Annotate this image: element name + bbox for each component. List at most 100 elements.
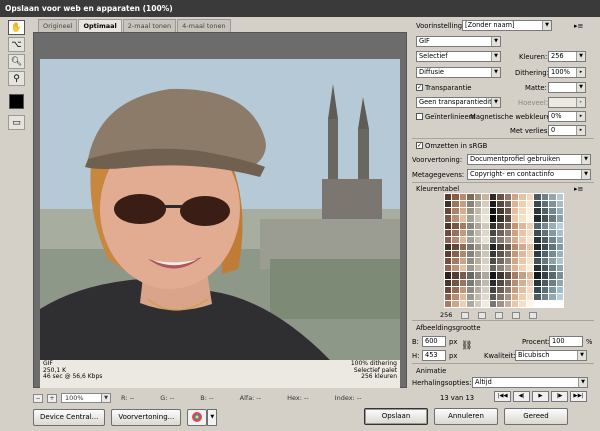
metadata-select[interactable]: Copyright- en contactinfo ▼ — [467, 169, 591, 180]
color-swatch[interactable] — [452, 272, 459, 279]
color-swatch[interactable] — [459, 272, 467, 279]
color-swatch[interactable] — [511, 300, 519, 307]
color-swatch[interactable] — [511, 229, 519, 236]
tab-2-up[interactable]: 2-maal tonen — [122, 19, 177, 32]
color-swatch[interactable] — [526, 215, 534, 222]
color-swatch[interactable] — [549, 222, 556, 229]
color-swatch[interactable] — [504, 265, 511, 272]
color-swatch[interactable] — [526, 194, 534, 201]
color-swatch[interactable] — [445, 251, 452, 258]
eyedropper-color-swatch[interactable] — [9, 94, 24, 109]
color-swatch[interactable] — [482, 251, 489, 258]
color-swatch[interactable] — [534, 286, 541, 293]
color-swatch[interactable] — [519, 272, 526, 279]
play-icon[interactable]: ▶ — [532, 391, 549, 402]
color-swatch[interactable] — [445, 222, 452, 229]
color-swatch[interactable] — [482, 293, 489, 300]
zoom-out-button[interactable]: − — [33, 393, 43, 403]
color-swatch[interactable] — [497, 222, 504, 229]
color-swatch[interactable] — [452, 279, 459, 286]
colors-select[interactable]: 256 ▼ — [548, 51, 586, 62]
color-swatch[interactable] — [526, 272, 534, 279]
lossy-input[interactable]: 0 ▸ — [548, 125, 586, 136]
dithering-input[interactable]: 100% ▸ — [548, 67, 586, 78]
color-swatch[interactable] — [541, 229, 549, 236]
color-swatch[interactable] — [556, 201, 563, 208]
color-swatch[interactable] — [504, 208, 511, 215]
browser-preview-icon[interactable] — [187, 408, 208, 426]
color-swatch[interactable] — [445, 258, 452, 265]
color-swatch[interactable] — [504, 258, 511, 265]
color-swatch[interactable] — [541, 208, 549, 215]
color-swatch[interactable] — [511, 208, 519, 215]
color-swatch[interactable] — [459, 286, 467, 293]
color-swatch[interactable] — [489, 208, 497, 215]
color-swatch[interactable] — [482, 222, 489, 229]
color-swatch[interactable] — [549, 265, 556, 272]
color-swatch[interactable] — [489, 201, 497, 208]
color-swatch[interactable] — [541, 201, 549, 208]
color-swatch[interactable] — [445, 208, 452, 215]
color-swatch[interactable] — [467, 279, 474, 286]
tab-original[interactable]: Origineel — [38, 19, 78, 32]
first-frame-icon[interactable]: |◀◀ — [494, 391, 511, 402]
color-swatch[interactable] — [452, 208, 459, 215]
color-swatch[interactable] — [467, 300, 474, 307]
device-central-button[interactable]: Device Central... — [33, 408, 106, 426]
color-swatch[interactable] — [519, 201, 526, 208]
toggle-slices-icon[interactable]: ▭ — [8, 115, 25, 130]
color-swatch[interactable] — [497, 215, 504, 222]
color-swatch[interactable] — [534, 222, 541, 229]
color-swatch[interactable] — [482, 208, 489, 215]
slice-select-icon[interactable]: ⌥ — [8, 37, 25, 52]
optimize-menu-icon[interactable]: ▸≡ — [574, 22, 583, 30]
color-swatch[interactable] — [445, 300, 452, 307]
trash-icon[interactable] — [529, 311, 538, 319]
color-swatch[interactable] — [489, 215, 497, 222]
color-swatch[interactable] — [452, 286, 459, 293]
color-swatch[interactable] — [445, 265, 452, 272]
transparency-dither-select[interactable]: Geen transparantiedit... ▼ — [416, 97, 501, 108]
color-swatch[interactable] — [489, 236, 497, 243]
color-swatch[interactable] — [489, 279, 497, 286]
color-swatch[interactable] — [534, 194, 541, 201]
color-swatch[interactable] — [482, 272, 489, 279]
color-swatch[interactable] — [541, 236, 549, 243]
cancel-button[interactable]: Annuleren — [434, 408, 498, 425]
color-swatch[interactable] — [556, 258, 563, 265]
color-swatch[interactable] — [459, 222, 467, 229]
lock-color-icon[interactable] — [495, 311, 504, 319]
color-swatch[interactable] — [534, 201, 541, 208]
color-swatch[interactable] — [445, 272, 452, 279]
color-swatch[interactable] — [445, 215, 452, 222]
color-swatch[interactable] — [526, 286, 534, 293]
color-swatch[interactable] — [459, 293, 467, 300]
color-swatch[interactable] — [541, 293, 549, 300]
dither-select[interactable]: Diffusie ▼ — [416, 67, 501, 78]
color-swatch[interactable] — [519, 229, 526, 236]
color-swatch[interactable] — [482, 236, 489, 243]
color-swatch[interactable] — [526, 222, 534, 229]
tab-4-up[interactable]: 4-maal tonen — [177, 19, 231, 32]
color-swatch[interactable] — [467, 208, 474, 215]
color-swatch[interactable] — [519, 300, 526, 307]
color-swatch[interactable] — [534, 229, 541, 236]
color-swatch[interactable] — [467, 201, 474, 208]
color-swatch[interactable] — [519, 265, 526, 272]
color-swatch[interactable] — [459, 194, 467, 201]
color-swatch[interactable] — [526, 279, 534, 286]
color-swatch[interactable] — [459, 258, 467, 265]
color-swatch[interactable] — [511, 222, 519, 229]
color-swatch[interactable] — [549, 215, 556, 222]
color-swatch[interactable] — [534, 265, 541, 272]
color-swatch[interactable] — [459, 243, 467, 250]
matte-select[interactable]: ▼ — [548, 82, 586, 93]
color-swatch[interactable] — [474, 215, 482, 222]
color-swatch[interactable] — [467, 258, 474, 265]
color-swatch[interactable] — [511, 293, 519, 300]
color-swatch[interactable] — [526, 208, 534, 215]
color-swatch[interactable] — [556, 222, 563, 229]
preview-viewport[interactable]: GIF 250,1 K 46 sec @ 56,6 Kbps 100% dith… — [33, 32, 407, 388]
quality-select[interactable]: Bicubisch ▼ — [515, 350, 587, 361]
preview-image[interactable] — [40, 59, 400, 360]
